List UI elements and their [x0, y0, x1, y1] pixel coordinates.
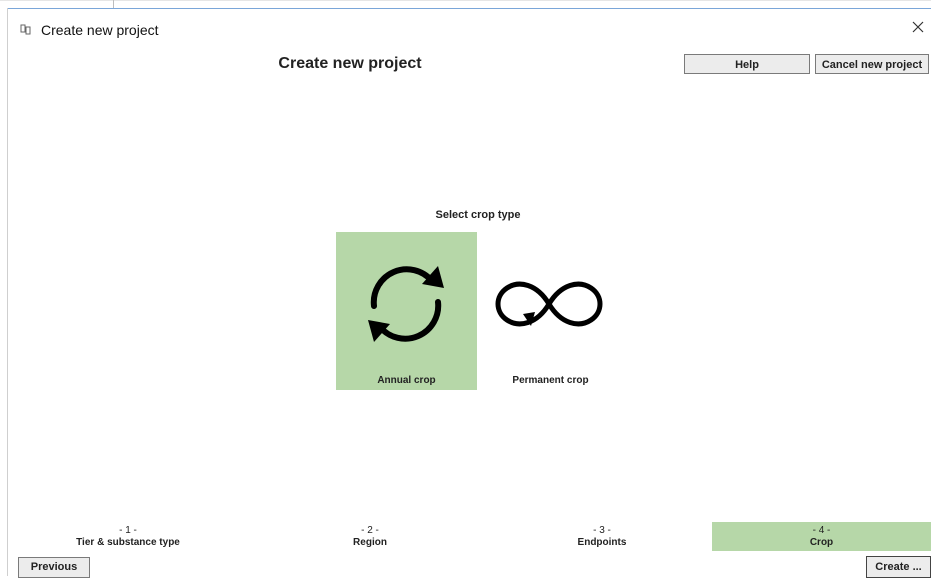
help-button[interactable]: Help [684, 54, 810, 74]
permanent-crop-option[interactable]: Permanent crop [480, 232, 621, 390]
step-endpoints[interactable]: - 3 - Endpoints [492, 522, 712, 551]
infinity-arrow-icon [495, 281, 603, 327]
permanent-crop-label: Permanent crop [512, 375, 589, 386]
annual-crop-option[interactable]: Annual crop [336, 232, 477, 390]
step-crop[interactable]: - 4 - Crop [712, 522, 931, 551]
top-edge-line [0, 0, 931, 1]
step-region[interactable]: - 2 - Region [248, 522, 492, 551]
create-button[interactable]: Create ... [866, 556, 931, 578]
window-border-left [7, 8, 8, 576]
step-number: - 4 - [812, 525, 831, 536]
page-title: Create new project [278, 55, 422, 72]
close-icon[interactable] [911, 20, 925, 34]
top-edge [0, 0, 931, 8]
step-label: Endpoints [577, 537, 627, 548]
step-label: Tier & substance type [76, 537, 180, 548]
step-label: Region [353, 537, 387, 548]
app-icon [20, 24, 31, 35]
step-number: - 1 - [119, 525, 137, 536]
step-label: Crop [809, 537, 834, 548]
step-number: - 2 - [361, 525, 379, 536]
annual-crop-label: Annual crop [377, 375, 436, 386]
cancel-new-project-button[interactable]: Cancel new project [815, 54, 929, 74]
window-title: Create new project [41, 22, 159, 38]
step-number: - 3 - [593, 525, 611, 536]
step-tier-substance[interactable]: - 1 - Tier & substance type [8, 522, 248, 551]
title-bar: Create new project [8, 9, 931, 49]
previous-button[interactable]: Previous [18, 557, 90, 578]
section-label: Select crop type [435, 209, 521, 221]
cycle-arrows-icon [368, 266, 444, 342]
top-edge-tick [113, 0, 114, 8]
wizard-steps: - 1 - Tier & substance type - 2 - Region… [8, 522, 931, 551]
